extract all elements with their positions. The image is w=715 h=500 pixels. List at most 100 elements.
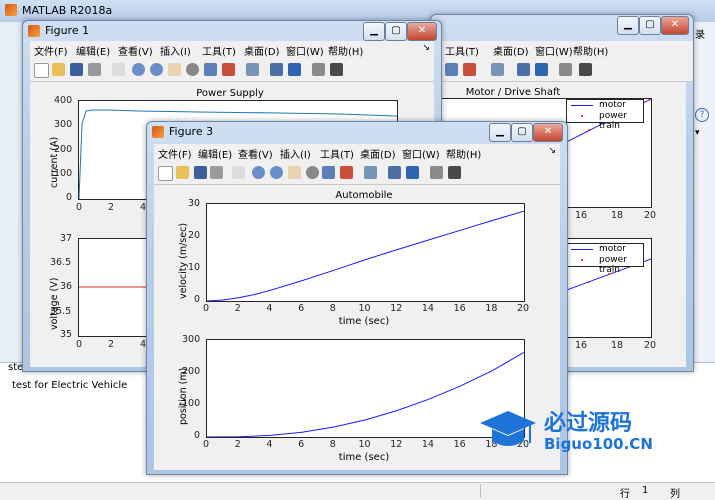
chevron-down-icon[interactable]: ▾ (695, 128, 700, 138)
status-row-label: 行 (620, 489, 630, 500)
menu-insert[interactable]: 插入(I) (280, 146, 311, 161)
menu-desktop[interactable]: 桌面(D) (360, 146, 396, 161)
rotate-icon[interactable] (186, 63, 199, 76)
maximize-button[interactable]: ▢ (385, 22, 407, 41)
legend-icon[interactable] (288, 63, 301, 76)
menu-window[interactable]: 窗口(W) (402, 146, 440, 161)
open-file-icon[interactable] (52, 63, 65, 76)
command-partial-text: ste (8, 362, 24, 373)
right-panel (692, 22, 715, 402)
edit-plot-icon[interactable] (232, 166, 245, 179)
graduation-cap-icon (478, 409, 538, 451)
show-tools-icon[interactable] (330, 63, 343, 76)
figure1-menubar: 文件(F) 编辑(E) 查看(V) 插入(I) 工具(T) 桌面(D) 窗口(W… (30, 41, 434, 60)
right-tab-label[interactable]: 录 (695, 26, 705, 41)
menu-view[interactable]: 查看(V) (118, 43, 153, 58)
menu-desktop[interactable]: 桌面(D) (493, 43, 529, 58)
fig1-top-ytick: 300 (54, 119, 73, 130)
new-figure-icon[interactable] (34, 63, 49, 78)
help-icon[interactable]: ? (695, 108, 709, 122)
menu-window[interactable]: 窗口(W) (286, 43, 324, 58)
zoom-in-icon[interactable] (252, 166, 265, 179)
menu-window[interactable]: 窗口(W) (535, 43, 573, 58)
pan-icon[interactable] (168, 63, 181, 76)
figure2-menubar: 工具(T) 桌面(D) 窗口(W) 帮助(H) (431, 41, 693, 60)
brush-icon[interactable] (222, 63, 235, 76)
menu-edit[interactable]: 编辑(E) (198, 146, 232, 161)
legend-icon[interactable] (406, 166, 419, 179)
menu-insert[interactable]: 插入(I) (160, 43, 191, 58)
menu-dock-icon[interactable]: ↘ (422, 43, 430, 53)
menu-edit[interactable]: 编辑(E) (76, 43, 110, 58)
hide-tools-icon[interactable] (559, 63, 572, 76)
minimize-button[interactable]: ▁ (363, 22, 385, 41)
new-figure-icon[interactable] (158, 166, 173, 181)
colorbar-icon[interactable] (388, 166, 401, 179)
link-icon[interactable] (364, 166, 377, 179)
print-icon[interactable] (88, 63, 101, 76)
menu-dock-icon[interactable]: ↘ (548, 146, 556, 156)
x-tick-label: 0 (203, 303, 210, 314)
minimize-button[interactable]: ▁ (617, 16, 639, 35)
hide-tools-icon[interactable] (430, 166, 443, 179)
colorbar-icon[interactable] (517, 63, 530, 76)
fig1-top-ylabel: current (A) (49, 136, 60, 188)
pan-icon[interactable] (288, 166, 301, 179)
status-box (480, 484, 611, 498)
legend-motor-label: motor (599, 100, 627, 110)
link-icon[interactable] (246, 63, 259, 76)
x-tick-label: 4 (266, 303, 273, 314)
x-tick-label: 6 (298, 303, 305, 314)
legend-icon[interactable] (535, 63, 548, 76)
status-col-label: 列 (670, 489, 680, 500)
fig3-top-ylabel: velocity (m/sec) (178, 222, 189, 299)
maximize-button[interactable]: ▢ (639, 16, 661, 35)
menu-desktop[interactable]: 桌面(D) (244, 43, 280, 58)
data-cursor-icon[interactable] (322, 166, 335, 179)
menu-view[interactable]: 查看(V) (238, 146, 273, 161)
edit-plot-icon[interactable] (112, 63, 125, 76)
close-button[interactable]: ✕ (661, 16, 689, 35)
menu-help[interactable]: 帮助(H) (573, 43, 608, 58)
zoom-out-icon[interactable] (270, 166, 283, 179)
close-button[interactable]: ✕ (407, 22, 437, 41)
maximize-button[interactable]: ▢ (511, 123, 533, 142)
fig2-top-legend: motor power train (566, 99, 644, 131)
zoom-in-icon[interactable] (132, 63, 145, 76)
brush-icon[interactable] (463, 63, 476, 76)
show-tools-icon[interactable] (448, 166, 461, 179)
fig2-top-xtick: 20 (644, 210, 657, 221)
brush-icon[interactable] (340, 166, 353, 179)
menu-tools[interactable]: 工具(T) (320, 146, 354, 161)
data-cursor-icon[interactable] (445, 63, 458, 76)
minimize-button[interactable]: ▁ (489, 123, 511, 142)
rotate-icon[interactable] (306, 166, 319, 179)
print-icon[interactable] (210, 166, 223, 179)
menu-tools[interactable]: 工具(T) (445, 43, 479, 58)
zoom-out-icon[interactable] (150, 63, 163, 76)
fig1-bottom-ytick: 37 (60, 233, 73, 244)
hide-tools-icon[interactable] (312, 63, 325, 76)
menu-file[interactable]: 文件(F) (158, 146, 192, 161)
menu-help[interactable]: 帮助(H) (328, 43, 363, 58)
show-tools-icon[interactable] (579, 63, 592, 76)
fig1-top-xtick: 0 (76, 202, 83, 213)
menu-tools[interactable]: 工具(T) (202, 43, 236, 58)
menu-file[interactable]: 文件(F) (34, 43, 68, 58)
save-icon[interactable] (194, 166, 207, 179)
colorbar-icon[interactable] (270, 63, 283, 76)
link-icon[interactable] (491, 63, 504, 76)
open-file-icon[interactable] (176, 166, 189, 179)
close-button[interactable]: ✕ (533, 123, 563, 142)
x-tick-label: 10 (358, 439, 371, 450)
menu-help[interactable]: 帮助(H) (446, 146, 481, 161)
watermark: 必过源码 Biguo100.CN (478, 405, 688, 460)
figure2-titlebar: ▁ ▢ ✕ (431, 15, 693, 37)
fig3-top-ytick: 20 (188, 230, 201, 241)
save-icon[interactable] (70, 63, 83, 76)
fig3-bottom-ytick: 300 (182, 334, 201, 345)
data-cursor-icon[interactable] (204, 63, 217, 76)
fig2-bottom-xtick: 20 (644, 340, 657, 351)
x-tick-label: 14 (421, 439, 434, 450)
fig3-bottom-svg (206, 351, 525, 438)
